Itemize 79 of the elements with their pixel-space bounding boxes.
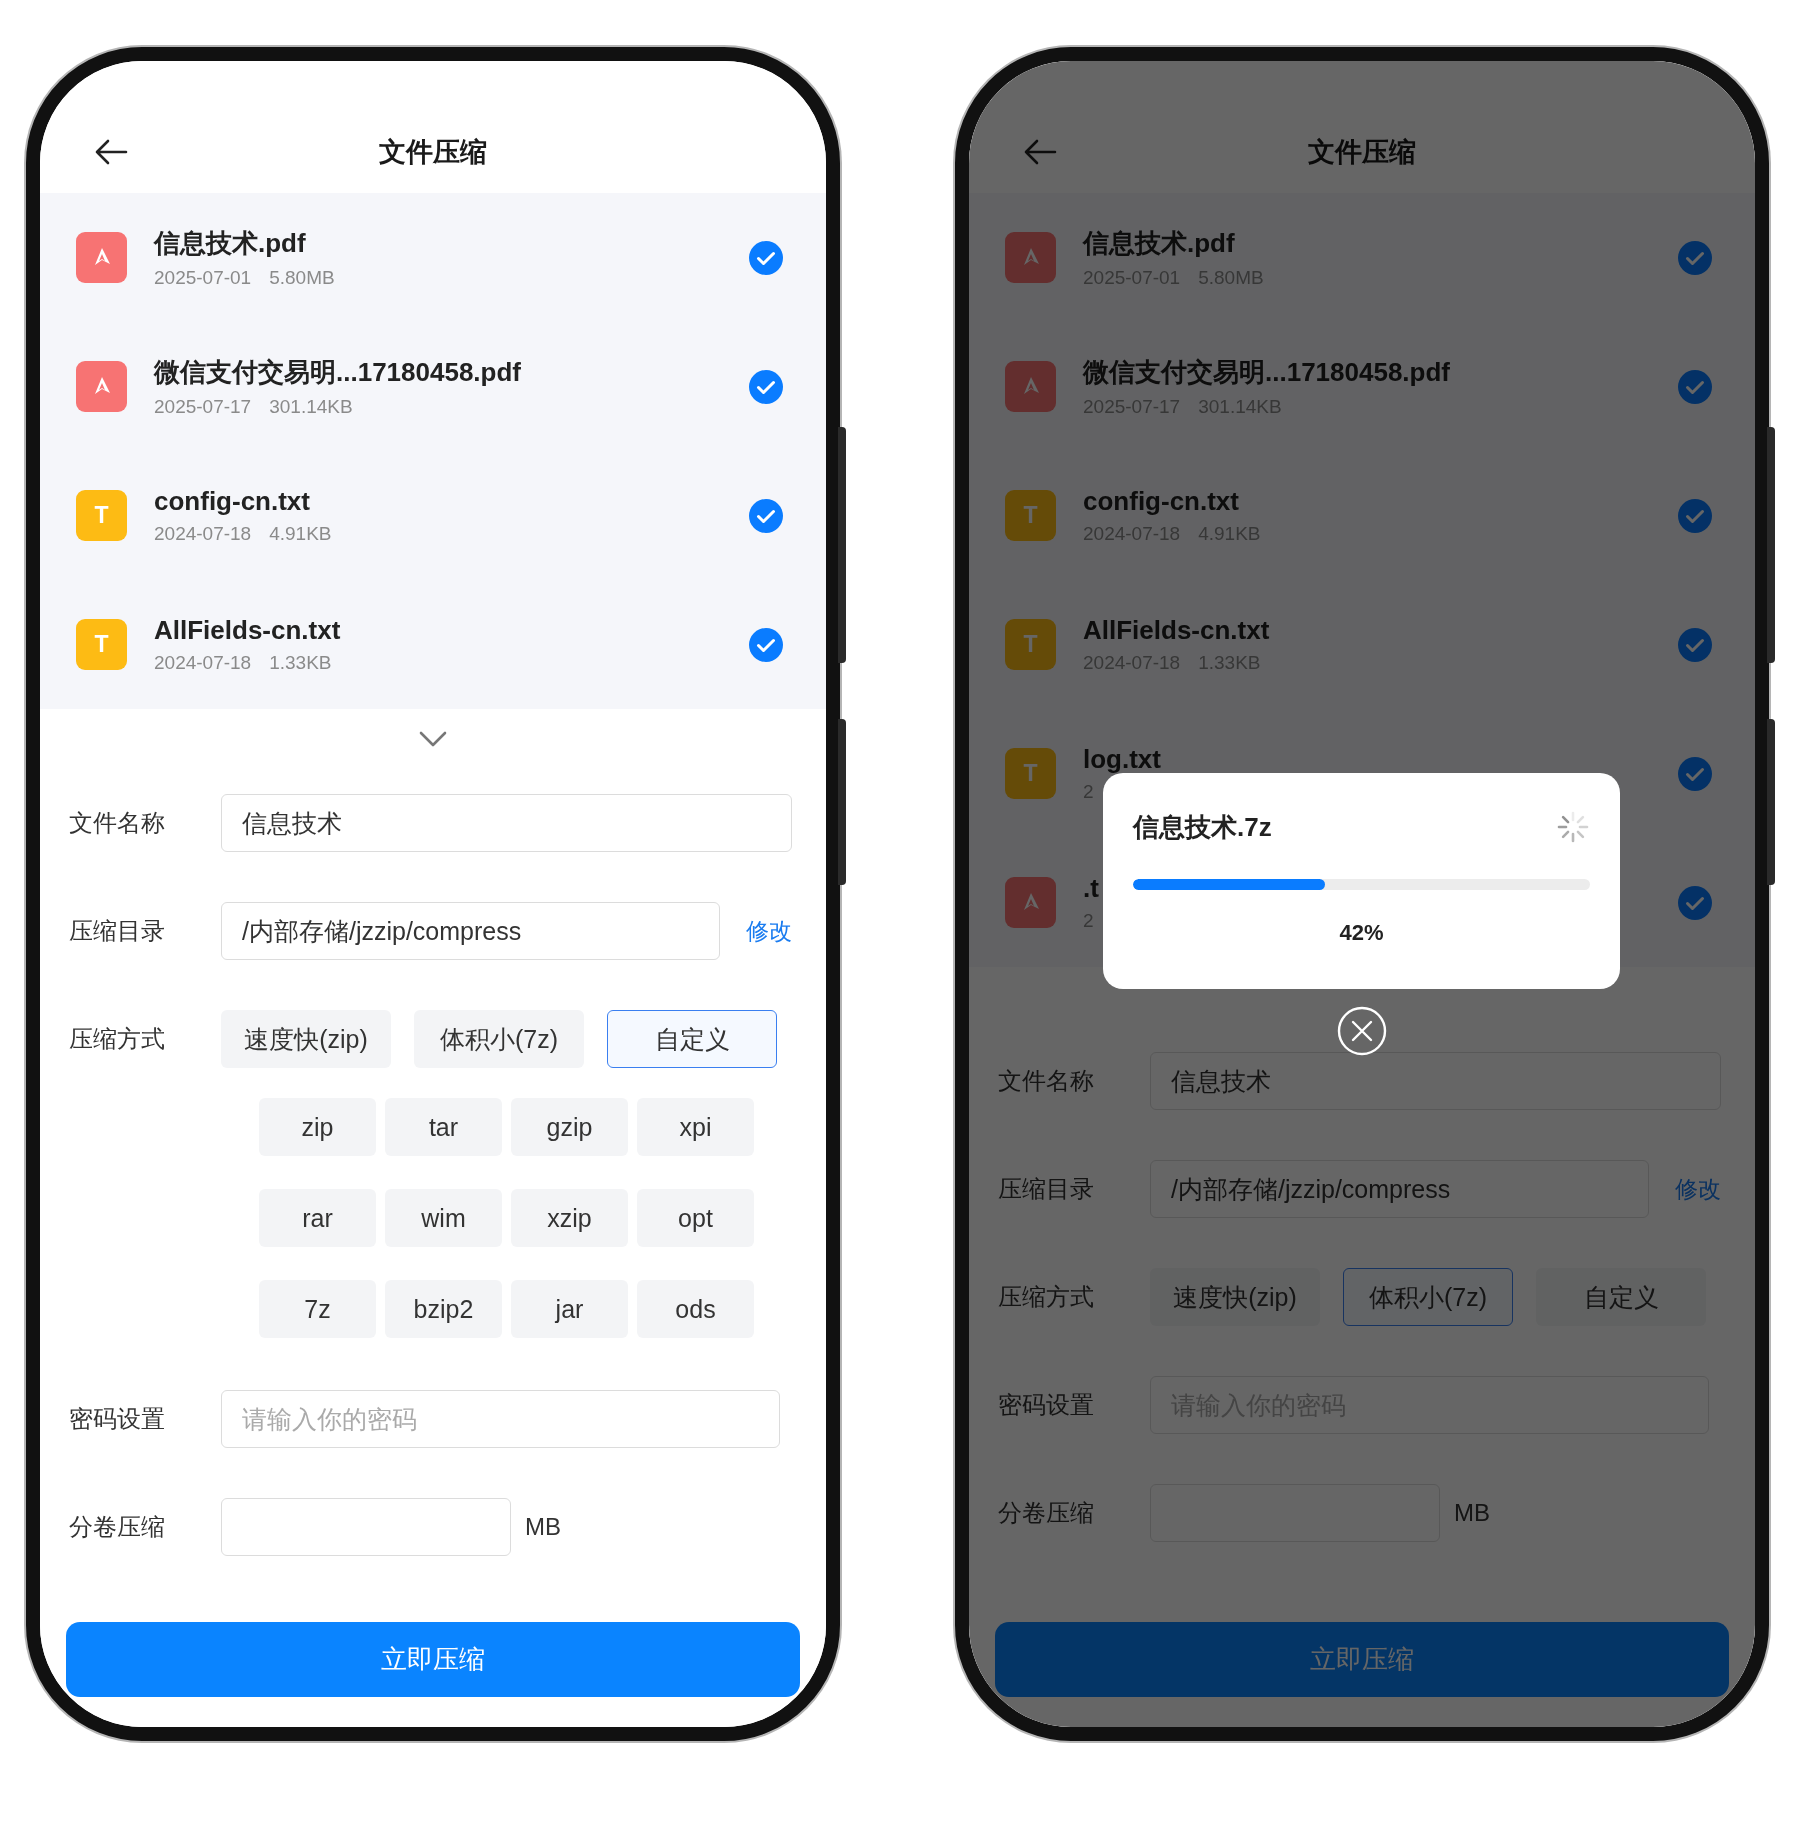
file-date: 2025-07-17	[154, 396, 252, 418]
chevron-down-icon[interactable]	[419, 731, 447, 747]
pdf-file-icon	[1005, 232, 1056, 283]
back-arrow-icon[interactable]	[94, 139, 128, 165]
file-date: 2024-07-18	[154, 652, 252, 674]
page-title: 文件压缩	[1308, 136, 1416, 169]
method-option[interactable]: 体积小(7z)	[414, 1010, 584, 1068]
format-option[interactable]: gzip	[511, 1098, 628, 1156]
checked-icon[interactable]	[1677, 239, 1713, 276]
file-name: config-cn.txt	[154, 486, 310, 517]
field-label: 文件名称	[69, 808, 166, 838]
unit-label: MB	[525, 1513, 561, 1541]
format-option[interactable]: ods	[637, 1280, 754, 1338]
format-option[interactable]: opt	[637, 1189, 754, 1247]
file-name: .t	[1083, 873, 1099, 904]
file-size: 4.91KB	[269, 523, 332, 545]
pdf-file-icon	[76, 361, 127, 412]
field-label: 压缩方式	[998, 1282, 1095, 1312]
edit-link[interactable]: 修改	[746, 915, 792, 947]
checked-icon[interactable]	[1677, 626, 1713, 663]
field-label: 文件名称	[998, 1066, 1095, 1096]
field-label: 分卷压缩	[69, 1512, 166, 1542]
file-name: 微信支付交易明...17180458.pdf	[1083, 356, 1450, 389]
file-size: 5.80MB	[269, 267, 335, 289]
password-field[interactable]: 请输入你的密码	[221, 1390, 780, 1448]
checked-icon[interactable]	[748, 626, 784, 663]
text-file-icon: T	[1005, 748, 1056, 799]
format-option[interactable]: wim	[385, 1189, 502, 1247]
format-option[interactable]: zip	[259, 1098, 376, 1156]
field-label: 分卷压缩	[998, 1498, 1095, 1528]
format-option[interactable]: jar	[511, 1280, 628, 1338]
file-name: 信息技术.pdf	[1083, 227, 1235, 260]
checked-icon[interactable]	[748, 239, 784, 276]
file-name: 信息技术.pdf	[154, 227, 306, 260]
close-icon[interactable]	[1337, 1006, 1387, 1056]
text-file-icon: T	[76, 490, 127, 541]
file-name: AllFields-cn.txt	[154, 615, 341, 646]
checked-icon[interactable]	[748, 497, 784, 534]
field-label: 压缩目录	[998, 1174, 1095, 1204]
compress-button[interactable]: 立即压缩	[66, 1622, 800, 1697]
file-name: config-cn.txt	[1083, 486, 1239, 517]
directory-field[interactable]: /内部存储/jzzip/compress	[221, 902, 720, 960]
file-date: 2024-07-18	[154, 523, 252, 545]
pdf-file-icon	[1005, 877, 1056, 928]
format-option[interactable]: xpi	[637, 1098, 754, 1156]
text-file-icon: T	[1005, 619, 1056, 670]
file-name-field[interactable]: 信息技术	[221, 794, 792, 852]
checked-icon[interactable]	[1677, 497, 1713, 534]
text-file-icon: T	[76, 619, 127, 670]
file-name: AllFields-cn.txt	[1083, 615, 1270, 646]
checked-icon[interactable]	[1677, 755, 1713, 792]
field-label: 压缩方式	[69, 1024, 166, 1054]
checked-icon[interactable]	[1677, 884, 1713, 921]
format-option[interactable]: rar	[259, 1189, 376, 1247]
format-option[interactable]: 7z	[259, 1280, 376, 1338]
format-option[interactable]: tar	[385, 1098, 502, 1156]
split-size-field[interactable]	[221, 1498, 511, 1556]
field-label: 压缩目录	[69, 916, 166, 946]
pdf-file-icon	[76, 232, 127, 283]
pdf-file-icon	[1005, 361, 1056, 412]
progress-percent: 42%	[1339, 920, 1384, 946]
field-label: 密码设置	[69, 1404, 166, 1434]
archive-name: 信息技术.7z	[1133, 810, 1272, 844]
file-name: 微信支付交易明...17180458.pdf	[154, 356, 521, 389]
file-name: log.txt	[1083, 744, 1161, 775]
format-option[interactable]: bzip2	[385, 1280, 502, 1338]
page-title: 文件压缩	[379, 136, 487, 169]
file-date: 2025-07-01	[154, 267, 252, 289]
file-size: 301.14KB	[269, 396, 353, 418]
loading-spinner-icon	[1556, 810, 1590, 844]
method-option[interactable]: 自定义	[607, 1010, 777, 1068]
file-size: 1.33KB	[269, 652, 332, 674]
checked-icon[interactable]	[748, 368, 784, 405]
format-option[interactable]: xzip	[511, 1189, 628, 1247]
text-file-icon: T	[1005, 490, 1056, 541]
field-label: 密码设置	[998, 1390, 1095, 1420]
checked-icon[interactable]	[1677, 368, 1713, 405]
unit-label: MB	[1454, 1499, 1490, 1527]
method-option[interactable]: 速度快(zip)	[221, 1010, 391, 1068]
